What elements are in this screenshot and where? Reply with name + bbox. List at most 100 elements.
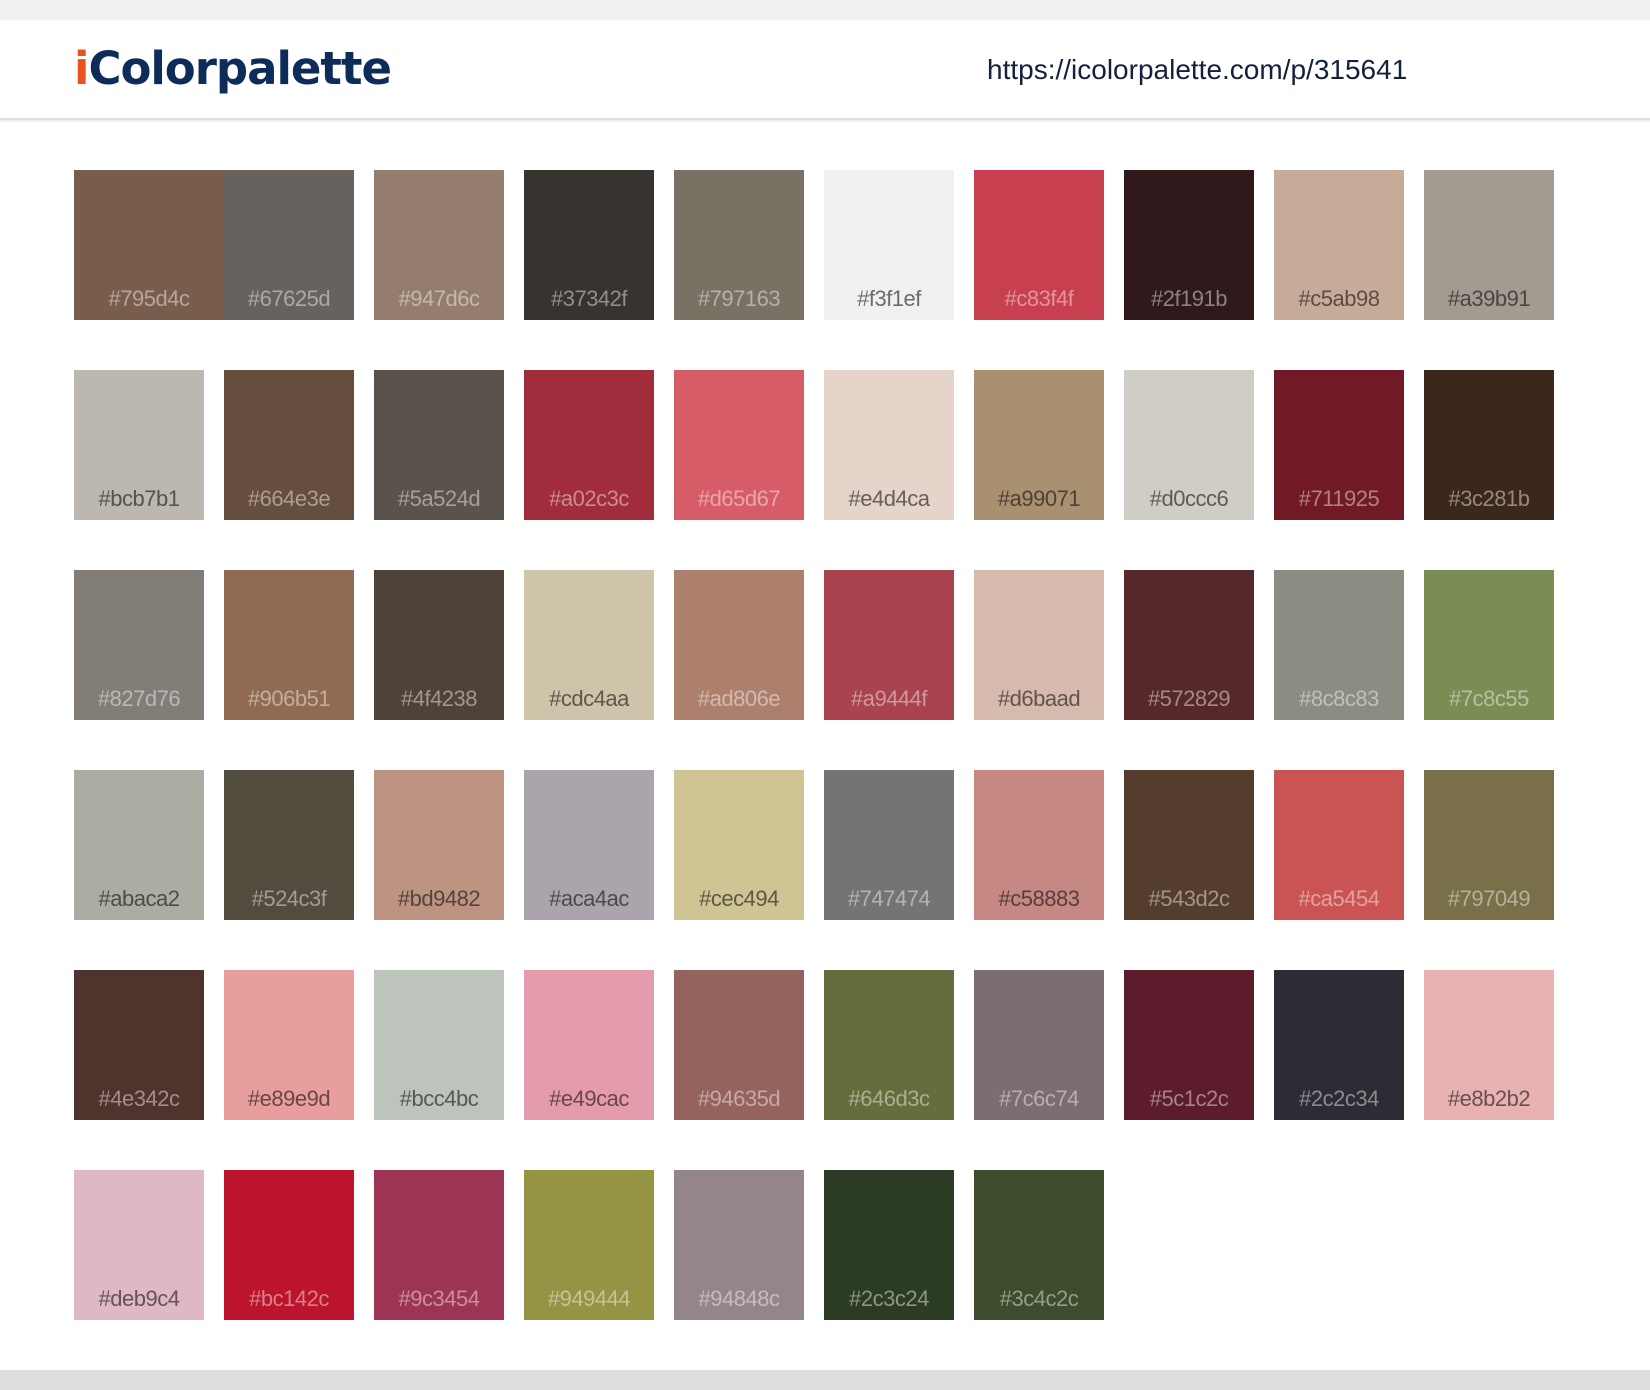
color-hex-label: #deb9c4 — [98, 1286, 180, 1311]
color-swatch[interactable]: #94848c — [674, 1170, 804, 1320]
color-hex-label: #9c3454 — [398, 1286, 480, 1311]
color-swatch[interactable]: #e89e9d — [224, 970, 354, 1120]
color-hex-label: #e4d4ca — [848, 486, 930, 511]
color-hex-label: #cec494 — [699, 886, 779, 911]
color-swatch[interactable]: #947d6c — [374, 170, 504, 320]
color-hex-label: #37342f — [550, 286, 628, 311]
color-hex-label: #5c1c2c — [1149, 1086, 1229, 1111]
color-hex-label: #3c281b — [1448, 486, 1530, 511]
color-hex-label: #a02c3c — [549, 486, 629, 511]
color-swatch[interactable]: #5c1c2c — [1124, 970, 1254, 1120]
color-hex-label: #797049 — [1447, 886, 1531, 911]
color-hex-label: #c5ab98 — [1298, 286, 1380, 311]
color-hex-label: #aca4ac — [549, 886, 629, 911]
color-hex-label: #bd9482 — [397, 886, 481, 911]
color-swatch[interactable]: #c58883 — [974, 770, 1104, 920]
color-hex-label: #4e342c — [98, 1086, 180, 1111]
color-swatch[interactable]: #a9444f — [824, 570, 954, 720]
color-swatch[interactable]: #abaca2 — [74, 770, 204, 920]
color-swatch[interactable]: #c5ab98 — [1274, 170, 1404, 320]
color-swatch[interactable]: #e4d4ca — [824, 370, 954, 520]
color-hex-label: #947d6c — [398, 286, 480, 311]
color-swatch[interactable]: #ca5454 — [1274, 770, 1404, 920]
color-swatch[interactable]: #2f191b — [1124, 170, 1254, 320]
footer-bar — [0, 1370, 1650, 1390]
color-swatch[interactable]: #67625d — [224, 170, 354, 320]
color-hex-label: #2c2c34 — [1299, 1086, 1379, 1111]
color-swatch[interactable]: #7c8c55 — [1424, 570, 1554, 720]
color-swatch[interactable]: #a02c3c — [524, 370, 654, 520]
color-hex-label: #e49cac — [549, 1086, 629, 1111]
color-swatch[interactable]: #747474 — [824, 770, 954, 920]
color-swatch[interactable]: #797049 — [1424, 770, 1554, 920]
color-hex-label: #bc142c — [249, 1286, 329, 1311]
color-swatch[interactable]: #37342f — [524, 170, 654, 320]
color-swatch[interactable]: #94635d — [674, 970, 804, 1120]
page-url[interactable]: https://icolorpalette.com/p/315641 — [987, 56, 1407, 84]
color-swatch[interactable]: #7c6c74 — [974, 970, 1104, 1120]
color-swatch[interactable]: #543d2c — [1124, 770, 1254, 920]
color-swatch[interactable]: #4f4238 — [374, 570, 504, 720]
color-swatch[interactable]: #827d76 — [74, 570, 204, 720]
color-swatch[interactable]: #664e3e — [224, 370, 354, 520]
color-hex-label: #3c4c2c — [999, 1286, 1079, 1311]
color-hex-label: #797163 — [697, 286, 781, 311]
color-swatch[interactable]: #2c2c34 — [1274, 970, 1404, 1120]
color-hex-label: #c83f4f — [1004, 286, 1074, 311]
color-hex-label: #664e3e — [247, 486, 331, 511]
color-swatch[interactable]: #c83f4f — [974, 170, 1104, 320]
color-hex-label: #2c3c24 — [849, 1286, 929, 1311]
color-swatch[interactable]: #a39b91 — [1424, 170, 1554, 320]
color-hex-label: #d0ccc6 — [1149, 486, 1229, 511]
color-hex-label: #7c6c74 — [999, 1086, 1079, 1111]
color-swatch[interactable]: #524c3f — [224, 770, 354, 920]
color-hex-label: #94848c — [698, 1286, 780, 1311]
color-swatch[interactable]: #bcc4bc — [374, 970, 504, 1120]
color-swatch[interactable]: #3c4c2c — [974, 1170, 1104, 1320]
color-swatch[interactable]: #a99071 — [974, 370, 1104, 520]
color-hex-label: #cdc4aa — [549, 686, 629, 711]
color-swatch[interactable]: #797163 — [674, 170, 804, 320]
color-swatch[interactable]: #bcb7b1 — [74, 370, 204, 520]
color-swatch[interactable]: #646d3c — [824, 970, 954, 1120]
color-hex-label: #949444 — [547, 1286, 631, 1311]
color-hex-label: #a9444f — [850, 686, 928, 711]
color-swatch[interactable]: #f3f1ef — [824, 170, 954, 320]
color-hex-label: #711925 — [1298, 486, 1380, 511]
color-swatch[interactable]: #711925 — [1274, 370, 1404, 520]
color-swatch[interactable]: #2c3c24 — [824, 1170, 954, 1320]
color-swatch[interactable]: #9c3454 — [374, 1170, 504, 1320]
color-hex-label: #94635d — [697, 1086, 781, 1111]
color-hex-label: #8c8c83 — [1299, 686, 1379, 711]
color-swatch[interactable]: #3c281b — [1424, 370, 1554, 520]
site-logo[interactable]: iColorpalette — [74, 46, 392, 91]
color-swatch[interactable]: #bc142c — [224, 1170, 354, 1320]
color-swatch[interactable]: #e8b2b2 — [1424, 970, 1554, 1120]
color-swatch[interactable]: #d0ccc6 — [1124, 370, 1254, 520]
logo-i: i — [74, 42, 89, 95]
color-swatch[interactable]: #cec494 — [674, 770, 804, 920]
color-swatch[interactable]: #ad806e — [674, 570, 804, 720]
logo-wordmark: Colorpalette — [88, 42, 392, 95]
color-swatch[interactable]: #8c8c83 — [1274, 570, 1404, 720]
color-swatch[interactable]: #deb9c4 — [74, 1170, 204, 1320]
color-hex-label: #c58883 — [998, 886, 1080, 911]
color-hex-label: #572829 — [1147, 686, 1231, 711]
color-swatch[interactable]: #d6baad — [974, 570, 1104, 720]
color-hex-label: #5a524d — [397, 486, 481, 511]
color-hex-label: #d65d67 — [697, 486, 781, 511]
color-swatch[interactable]: #cdc4aa — [524, 570, 654, 720]
color-hex-label: #d6baad — [997, 686, 1081, 711]
color-swatch[interactable]: #4e342c — [74, 970, 204, 1120]
color-swatch[interactable]: #949444 — [524, 1170, 654, 1320]
color-swatch[interactable]: #5a524d — [374, 370, 504, 520]
color-swatch[interactable]: #906b51 — [224, 570, 354, 720]
color-swatch[interactable]: #572829 — [1124, 570, 1254, 720]
color-hex-label: #747474 — [847, 886, 931, 911]
color-swatch[interactable]: #d65d67 — [674, 370, 804, 520]
color-hex-label: #bcb7b1 — [98, 486, 180, 511]
color-swatch[interactable]: #e49cac — [524, 970, 654, 1120]
color-swatch[interactable]: #aca4ac — [524, 770, 654, 920]
color-swatch[interactable]: #795d4c — [74, 170, 224, 320]
color-swatch[interactable]: #bd9482 — [374, 770, 504, 920]
